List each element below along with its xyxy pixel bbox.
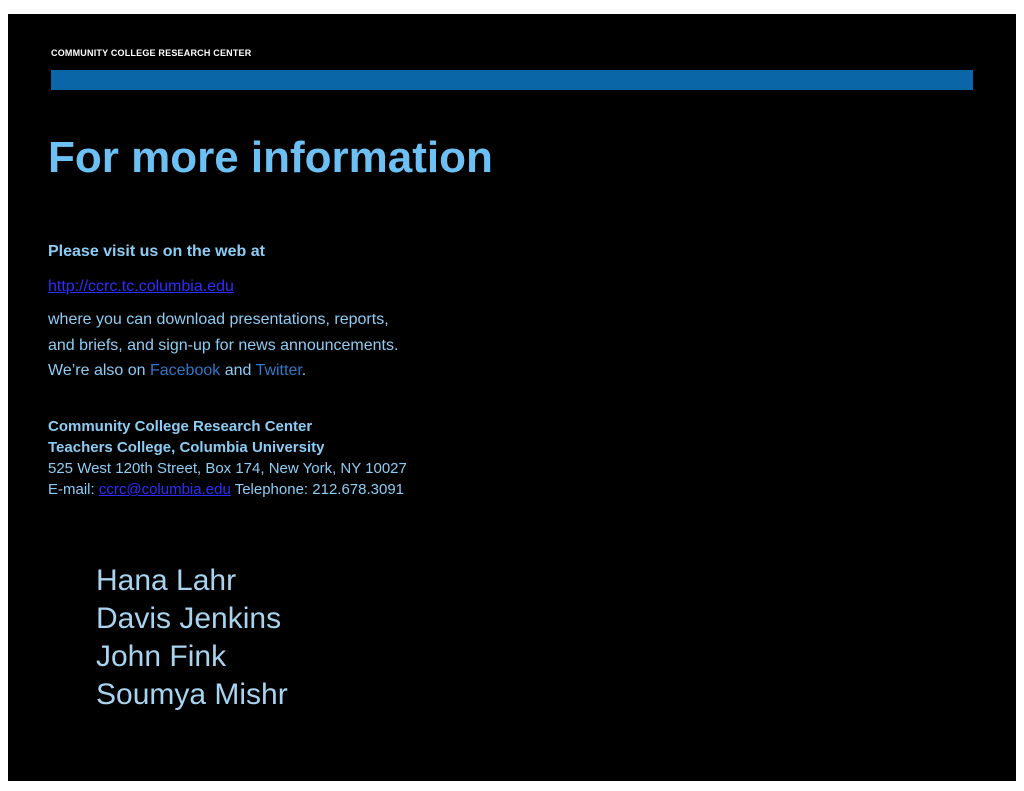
- author-name: Davis Jenkins: [96, 602, 282, 635]
- slide: COMMUNITY COLLEGE RESEARCH CENTER For mo…: [8, 14, 1016, 781]
- author-name: Hana Lahr: [96, 564, 237, 597]
- email-label: E-mail:: [48, 481, 99, 498]
- visit-heading: Please visit us on the web at: [48, 243, 265, 260]
- org-header: COMMUNITY COLLEGE RESEARCH CENTER: [51, 48, 252, 58]
- website-link[interactable]: http://ccrc.tc.columbia.edu: [48, 278, 234, 296]
- contact-college: Teachers College, Columbia University: [48, 439, 325, 456]
- contact-address: 525 West 120th Street, Box 174, New York…: [48, 460, 407, 477]
- header-bar: [51, 70, 973, 90]
- page-title: For more information: [48, 133, 493, 182]
- social-suffix: .: [301, 362, 307, 379]
- author-name: Soumya Mishr: [96, 678, 288, 711]
- telephone: Telephone: 212.678.3091: [230, 481, 405, 498]
- facebook-link[interactable]: Facebook: [150, 362, 220, 379]
- social-and: and: [220, 362, 256, 379]
- social-line: We’re also on Facebook and Twitter.: [48, 362, 306, 380]
- twitter-link[interactable]: Twitter: [256, 362, 302, 379]
- contact-email-line: E-mail: ccrc@columbia.edu Telephone: 212…: [48, 479, 407, 500]
- description-line-2: and briefs, and sign-up for news announc…: [48, 337, 399, 354]
- description-line-1: where you can download presentations, re…: [48, 311, 389, 328]
- contact-block: Community College Research Center Teache…: [48, 416, 407, 500]
- authors-list: Hana Lahr Davis Jenkins John Fink Soumya…: [96, 562, 288, 714]
- contact-org: Community College Research Center: [48, 418, 313, 435]
- social-prefix: We’re also on: [48, 362, 150, 379]
- author-name: John Fink: [96, 640, 227, 673]
- email-link[interactable]: ccrc@columbia.edu: [99, 481, 231, 498]
